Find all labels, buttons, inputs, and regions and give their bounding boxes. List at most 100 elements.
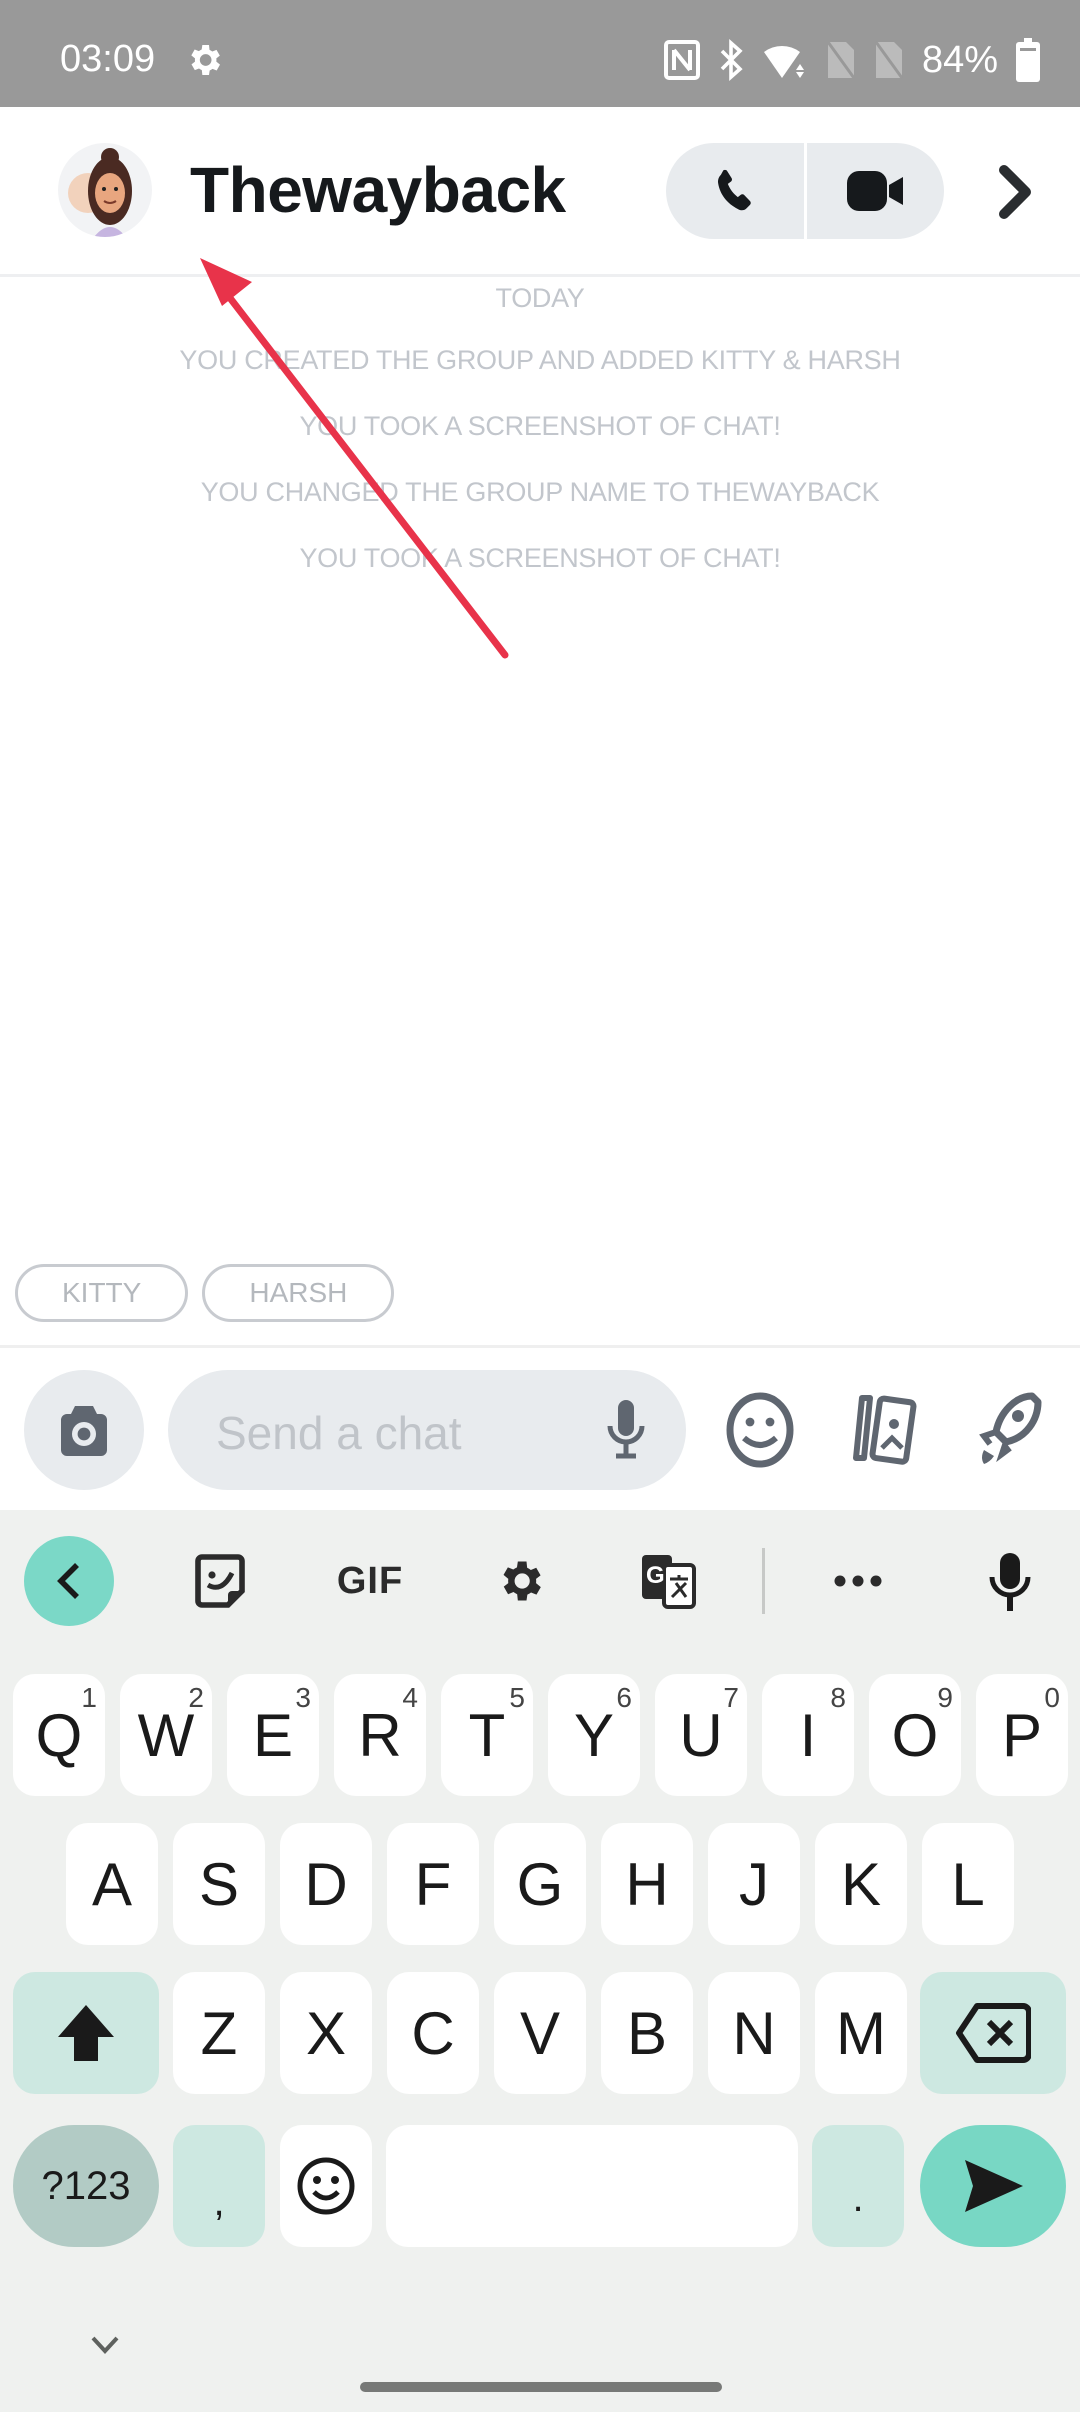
keyboard: GIF G Q1W2E3R4T5Y6U7I8O9P0 ASDFGHJKL ZXC…	[0, 1510, 1080, 2412]
key-label: O	[891, 1701, 939, 1769]
avatar[interactable]	[58, 143, 152, 237]
key-f[interactable]: F	[387, 1823, 479, 1945]
system-message: YOU TOOK A SCREENSHOT OF CHAT!	[299, 543, 781, 573]
divider	[0, 1345, 1080, 1348]
key-x[interactable]: X	[280, 1972, 372, 2094]
chat-input-placeholder: Send a chat	[216, 1407, 462, 1459]
key-o[interactable]: O9	[869, 1674, 961, 1796]
key-label: E	[252, 1701, 294, 1769]
video-camera-icon	[847, 171, 904, 211]
key-t[interactable]: T5	[441, 1674, 533, 1796]
key-k[interactable]: K	[815, 1823, 907, 1945]
wifi-icon	[763, 46, 804, 78]
backspace-key[interactable]	[920, 1972, 1066, 2094]
mention-chips: KITTY HARSH	[15, 1264, 395, 1322]
key-g[interactable]: G	[494, 1823, 586, 1945]
date-separator: TODAY	[495, 283, 585, 313]
emoji-icon	[297, 2157, 355, 2215]
translate-button[interactable]: G	[636, 1546, 700, 1616]
group-title[interactable]: Thewayback	[190, 153, 566, 227]
no-sim-icon	[826, 41, 856, 79]
chat-composer: Send a chat	[0, 1370, 1080, 1490]
comma-key[interactable]: ,	[173, 2125, 265, 2247]
key-c[interactable]: C	[387, 1972, 479, 2094]
sticker-icon	[195, 1554, 245, 1608]
key-number-hint: 8	[830, 1682, 846, 1713]
key-w[interactable]: W2	[120, 1674, 212, 1796]
home-indicator[interactable]	[360, 2382, 722, 2392]
voice-call-button[interactable]	[666, 143, 804, 239]
key-p[interactable]: P0	[976, 1674, 1068, 1796]
key-m[interactable]: M	[815, 1972, 907, 2094]
toolbar-collapse-button[interactable]	[24, 1536, 114, 1626]
key-n[interactable]: N	[708, 1972, 800, 2094]
status-icons: 84%	[663, 36, 1040, 84]
backspace-icon	[956, 2003, 1031, 2063]
status-bar: 03:09 84%	[0, 0, 1080, 107]
svg-text:G: G	[646, 1562, 665, 1589]
mention-chip[interactable]: HARSH	[202, 1264, 395, 1322]
phone-icon	[717, 169, 751, 211]
key-q[interactable]: Q1	[13, 1674, 105, 1796]
key-s[interactable]: S	[173, 1823, 265, 1945]
key-number-hint: 4	[402, 1682, 418, 1713]
key-label: Y	[573, 1701, 615, 1769]
key-y[interactable]: Y6	[548, 1674, 640, 1796]
microphone-icon[interactable]	[606, 1398, 646, 1460]
emoji-key[interactable]	[280, 2125, 372, 2247]
key-number-hint: 3	[295, 1682, 311, 1713]
key-number-hint: 2	[188, 1682, 204, 1713]
gear-icon	[503, 1561, 541, 1601]
battery-percent: 84%	[921, 38, 998, 81]
key-e[interactable]: E3	[227, 1674, 319, 1796]
chat-input[interactable]: Send a chat	[168, 1370, 686, 1490]
settings-icon	[191, 45, 220, 75]
system-message: YOU TOOK A SCREENSHOT OF CHAT!	[299, 411, 781, 441]
voice-input-button[interactable]	[980, 1546, 1040, 1616]
system-message: YOU CREATED THE GROUP AND ADDED KITTY & …	[179, 345, 901, 375]
key-l[interactable]: L	[922, 1823, 1014, 1945]
key-label: Q	[35, 1701, 83, 1769]
sticker-emoji-icon[interactable]	[724, 1390, 796, 1470]
send-key[interactable]	[920, 2125, 1066, 2247]
memories-icon[interactable]	[844, 1390, 924, 1470]
key-v[interactable]: V	[494, 1972, 586, 2094]
rocket-icon[interactable]	[972, 1390, 1044, 1470]
key-z[interactable]: Z	[173, 1972, 265, 2094]
key-label: U	[679, 1701, 723, 1769]
key-a[interactable]: A	[66, 1823, 158, 1945]
symbols-key[interactable]: ?123	[13, 2125, 159, 2247]
translate-icon: G	[642, 1555, 696, 1609]
keyboard-hide-chevron-icon[interactable]	[90, 2335, 120, 2355]
mention-chip[interactable]: KITTY	[15, 1264, 189, 1322]
key-number-hint: 5	[509, 1682, 525, 1713]
key-label: I	[799, 1701, 817, 1769]
toolbar-separator	[762, 1548, 765, 1614]
key-b[interactable]: B	[601, 1972, 693, 2094]
period-key[interactable]: .	[812, 2125, 904, 2247]
keyboard-settings-button[interactable]	[488, 1546, 552, 1616]
system-message: YOU CHANGED THE GROUP NAME TO THEWAYBACK	[200, 477, 880, 507]
camera-button[interactable]	[24, 1370, 144, 1490]
key-label: W	[137, 1701, 195, 1769]
space-key[interactable]	[386, 2125, 798, 2247]
key-u[interactable]: U7	[655, 1674, 747, 1796]
chevron-right-icon	[999, 165, 1031, 219]
sticker-button[interactable]	[190, 1546, 250, 1616]
key-h[interactable]: H	[601, 1823, 693, 1945]
gif-button[interactable]: GIF	[330, 1546, 410, 1616]
camera-icon	[61, 1406, 107, 1456]
key-r[interactable]: R4	[334, 1674, 426, 1796]
more-button[interactable]	[990, 157, 1040, 227]
battery-icon	[1016, 38, 1040, 82]
shift-arrow-icon	[58, 2005, 114, 2061]
more-options-button[interactable]	[826, 1546, 890, 1616]
key-j[interactable]: J	[708, 1823, 800, 1945]
video-call-button[interactable]	[807, 143, 945, 239]
key-i[interactable]: I8	[762, 1674, 854, 1796]
gif-label: GIF	[336, 1559, 404, 1602]
chevron-left-icon	[57, 1563, 79, 1599]
key-number-hint: 0	[1044, 1682, 1060, 1713]
key-d[interactable]: D	[280, 1823, 372, 1945]
shift-key[interactable]	[13, 1972, 159, 2094]
